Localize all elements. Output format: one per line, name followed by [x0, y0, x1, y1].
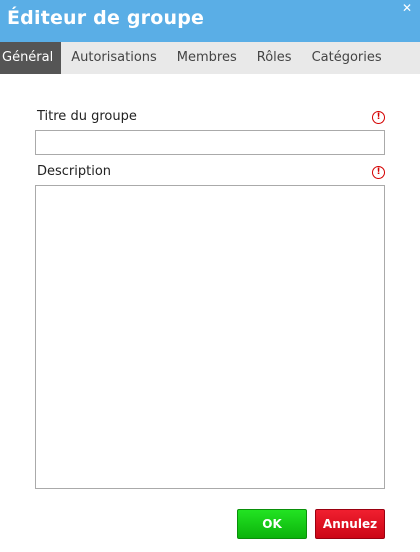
tab-membres[interactable]: Membres [167, 42, 247, 74]
required-alert-icon: ! [372, 111, 385, 124]
tab-bar: Général Autorisations Membres Rôles Caté… [0, 42, 420, 74]
group-title-input[interactable] [35, 130, 385, 155]
description-label: Description [37, 164, 112, 179]
tab-categories[interactable]: Catégories [302, 42, 392, 74]
required-alert-icon: ! [372, 166, 385, 179]
description-textarea[interactable] [35, 185, 385, 489]
cancel-button[interactable]: Annulez [315, 509, 385, 539]
tab-roles[interactable]: Rôles [247, 42, 302, 74]
tab-general[interactable]: Général [0, 42, 62, 74]
dialog-title: Éditeur de groupe [7, 7, 205, 29]
group-title-label: Titre du groupe [37, 109, 137, 124]
close-icon[interactable]: ✕ [400, 1, 414, 15]
dialog-titlebar: Éditeur de groupe ✕ [0, 0, 420, 42]
group-form: Titre du groupe ! Description ! OK Annul… [0, 74, 420, 552]
ok-button[interactable]: OK [237, 509, 307, 539]
tab-autorisations[interactable]: Autorisations [61, 42, 167, 74]
